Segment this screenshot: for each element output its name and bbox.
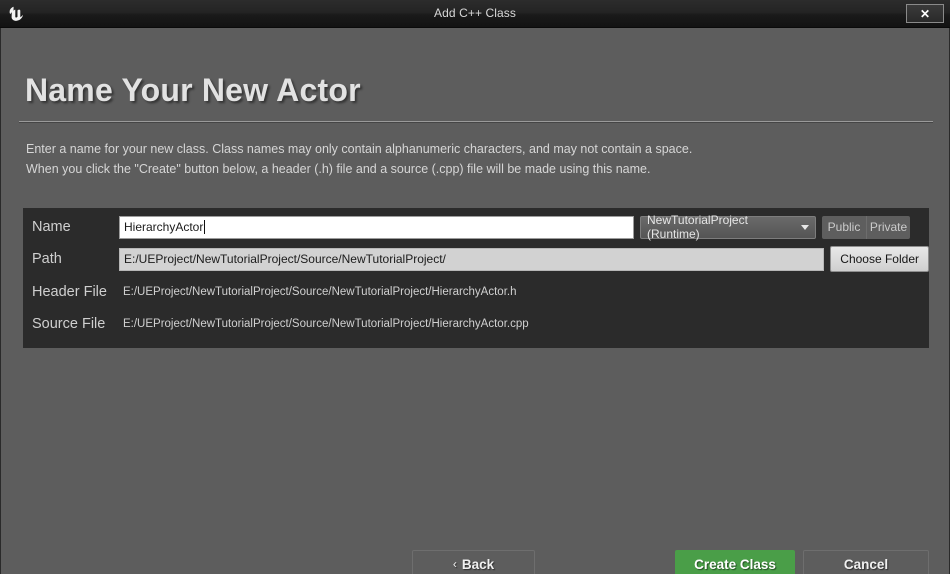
titlebar-title: Add C++ Class xyxy=(0,0,950,27)
name-label: Name xyxy=(23,219,119,235)
path-input-value: E:/UEProject/NewTutorialProject/Source/N… xyxy=(124,248,446,271)
path-input[interactable]: E:/UEProject/NewTutorialProject/Source/N… xyxy=(119,248,824,271)
dialog-body: Name Your New Actor Enter a name for you… xyxy=(0,28,950,574)
source-file-label: Source File xyxy=(23,316,123,332)
source-file-value: E:/UEProject/NewTutorialProject/Source/N… xyxy=(123,318,529,330)
path-row: Path E:/UEProject/NewTutorialProject/Sou… xyxy=(23,243,929,275)
header-file-row: Header File E:/UEProject/NewTutorialProj… xyxy=(23,276,929,308)
titlebar: Add C++ Class ✕ xyxy=(0,0,950,28)
description: Enter a name for your new class. Class n… xyxy=(26,139,906,179)
name-input[interactable]: HierarchyActor xyxy=(119,216,634,239)
choose-folder-button[interactable]: Choose Folder xyxy=(830,246,929,272)
name-row: Name HierarchyActor NewTutorialProject (… xyxy=(23,211,929,243)
form-panel: Name HierarchyActor NewTutorialProject (… xyxy=(23,208,929,348)
back-button[interactable]: ‹ Back xyxy=(412,550,535,574)
path-label: Path xyxy=(23,251,119,267)
text-caret xyxy=(204,220,205,234)
access-toggle-group: Public Private xyxy=(822,216,910,239)
description-line-2: When you click the "Create" button below… xyxy=(26,159,906,179)
module-select-value: NewTutorialProject (Runtime) xyxy=(647,213,797,241)
header-file-label: Header File xyxy=(23,284,123,300)
public-button[interactable]: Public xyxy=(822,216,866,239)
private-button[interactable]: Private xyxy=(866,216,910,239)
chevron-left-icon: ‹ xyxy=(453,557,457,571)
module-select[interactable]: NewTutorialProject (Runtime) xyxy=(640,216,816,239)
description-line-1: Enter a name for your new class. Class n… xyxy=(26,139,906,159)
header-file-value: E:/UEProject/NewTutorialProject/Source/N… xyxy=(123,286,516,298)
cancel-button[interactable]: Cancel xyxy=(803,550,929,574)
page-title: Name Your New Actor xyxy=(25,72,361,109)
source-file-row: Source File E:/UEProject/NewTutorialProj… xyxy=(23,308,929,340)
unreal-engine-logo-icon xyxy=(0,0,34,27)
close-icon[interactable]: ✕ xyxy=(906,4,944,23)
name-input-value: HierarchyActor xyxy=(124,216,203,239)
create-class-button[interactable]: Create Class xyxy=(675,550,795,574)
chevron-down-icon xyxy=(801,225,809,230)
add-cpp-class-dialog: Add C++ Class ✕ Name Your New Actor Ente… xyxy=(0,0,950,574)
title-divider xyxy=(19,121,933,122)
back-button-label: Back xyxy=(462,557,494,572)
